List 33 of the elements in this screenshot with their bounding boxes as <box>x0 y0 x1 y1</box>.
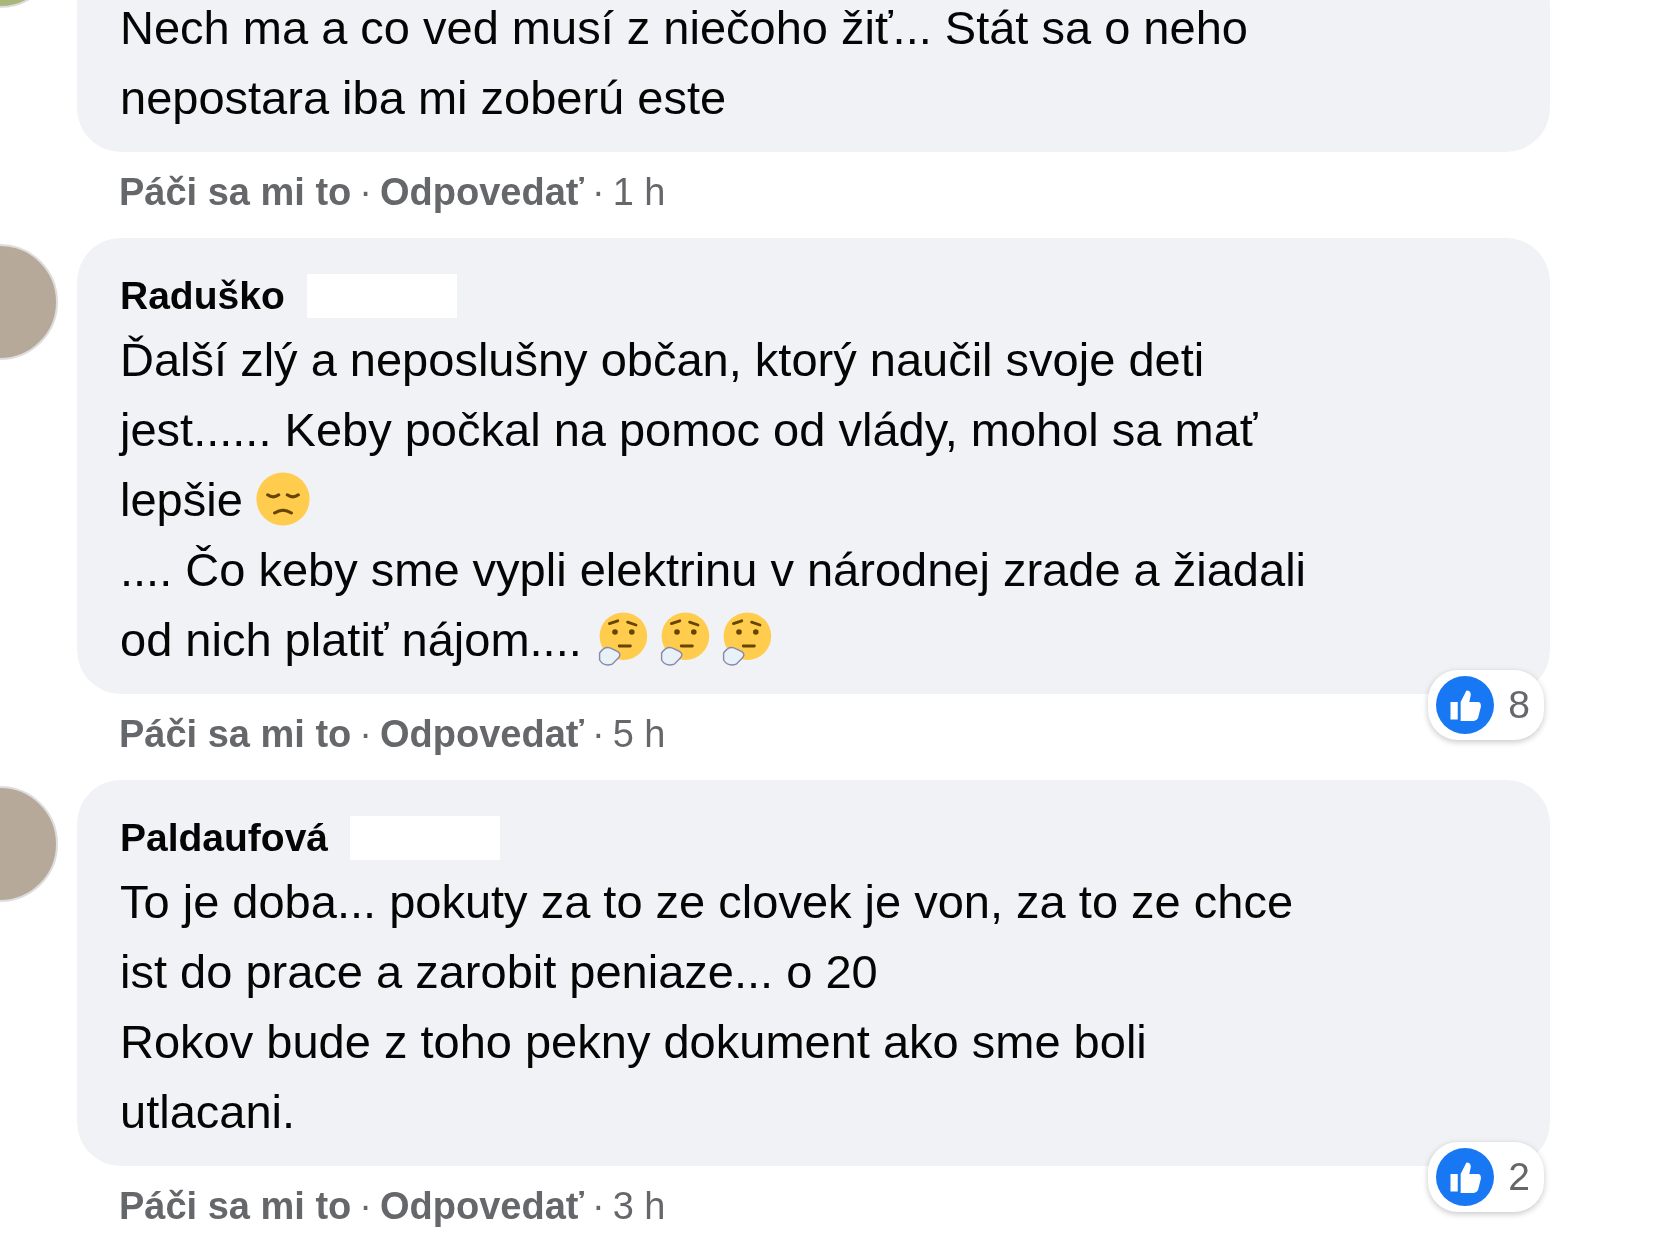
action-link[interactable]: Odpovedať <box>380 1184 584 1228</box>
timestamp[interactable]: 5 h <box>612 712 666 756</box>
action-link[interactable]: Odpovedať <box>380 170 584 214</box>
comment-text: ist do prace a zarobit peniaze... o 20 <box>120 943 878 999</box>
reaction-count[interactable]: 8 <box>1428 670 1544 740</box>
timestamp[interactable]: 3 h <box>612 1184 666 1228</box>
thumbs-up-icon <box>1436 1148 1495 1206</box>
comment-text: Ďalší zlý a neposlušny občan, ktorý naučil svoje deti <box>120 331 1205 387</box>
reaction-count[interactable]: 2 <box>1428 1142 1544 1212</box>
comment-text: od nich platiť nájom.... <box>120 611 582 667</box>
action-link[interactable]: Páči sa mi to <box>119 712 352 756</box>
action-link[interactable]: Páči sa mi to <box>119 170 352 214</box>
comment-text: To je doba... pokuty za to ze clovek je von, za to ze chce <box>120 873 1294 929</box>
separator-dot: · <box>592 1184 605 1228</box>
separator-dot: · <box>359 1184 372 1228</box>
action-link[interactable]: Páči sa mi to <box>119 1184 352 1228</box>
timestamp[interactable]: 1 h <box>612 170 666 214</box>
comment-text: Rokov bude z toho pekny dokument ako sme boli <box>120 1013 1147 1069</box>
author-name[interactable]: Raduško <box>120 274 285 318</box>
author-name[interactable]: Paldaufová <box>120 816 329 860</box>
comment-text: .... Čo keby sme vypli elektrinu v národnej zrade a žiadali <box>120 541 1306 597</box>
comment-text: lepšie <box>120 471 243 527</box>
separator-dot: · <box>359 170 372 214</box>
comment-text: Nech ma a co ved musí z niečoho žiť... Stát sa o neho <box>120 0 1248 55</box>
separator-dot: · <box>359 712 372 756</box>
thumbs-up-icon <box>1436 676 1495 734</box>
action-link[interactable]: Odpovedať <box>380 712 584 756</box>
pensive-face-icon <box>254 471 311 527</box>
comment-text: jest...... Keby počkal na pomoc od vlády, mohol sa mať <box>120 401 1258 457</box>
comment-text: utlacani. <box>120 1083 296 1139</box>
separator-dot: · <box>592 712 605 756</box>
separator-dot: · <box>592 170 605 214</box>
comment-text: nepostara iba mi zoberú este <box>120 69 727 125</box>
